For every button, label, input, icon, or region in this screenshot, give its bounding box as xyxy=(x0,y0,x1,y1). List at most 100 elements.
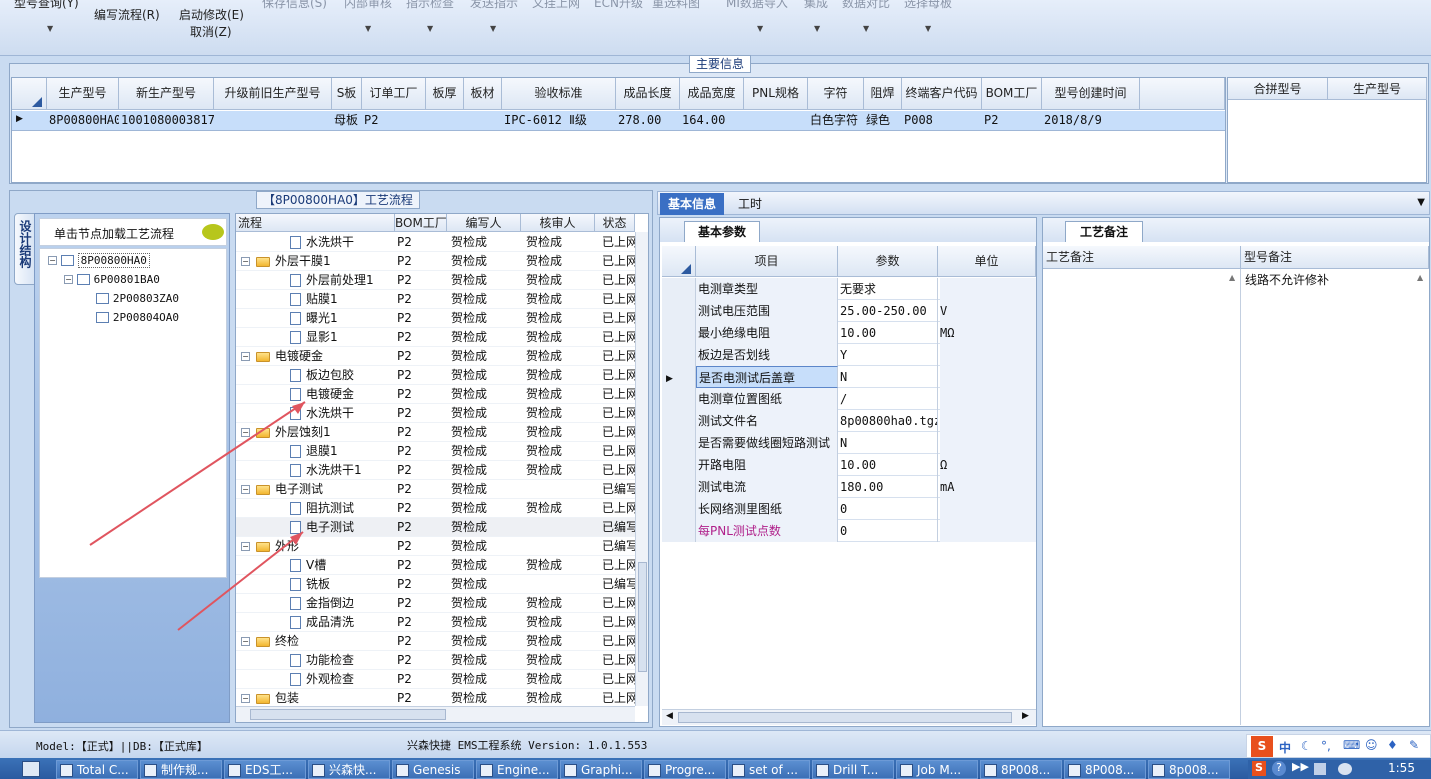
start-icon[interactable] xyxy=(22,761,40,777)
tree-node[interactable]: 2P00804OA0 xyxy=(96,308,179,327)
model-remark-text[interactable]: 线路不允许修补 ▲ xyxy=(1243,269,1429,725)
taskbar-button[interactable]: Total C... xyxy=(56,760,138,779)
param-value[interactable]: N xyxy=(838,366,938,388)
taskbar-button[interactable]: 8P008... xyxy=(980,760,1062,779)
scroll-up-icon[interactable]: ▲ xyxy=(1229,273,1235,282)
wrench-icon[interactable]: ✎ xyxy=(1409,738,1419,752)
col-header[interactable]: 板材 xyxy=(464,78,502,110)
col-header[interactable]: 成品长度 xyxy=(616,78,680,110)
toolbar-cancel[interactable]: 取消(Z) xyxy=(190,23,232,40)
col-header[interactable]: 成品宽度 xyxy=(680,78,744,110)
col-header[interactable]: BOM工厂 xyxy=(982,78,1042,110)
table-row[interactable]: 电测章类型 无要求 xyxy=(662,278,1036,300)
chevron-down-icon[interactable]: ▼ xyxy=(47,24,53,33)
chevron-down-icon[interactable]: ▼ xyxy=(490,24,496,33)
taskbar-button[interactable]: 制作规... xyxy=(140,760,222,779)
merge-col-header[interactable]: 合拼型号 xyxy=(1228,78,1328,100)
toolbar-send[interactable]: 发送指示 xyxy=(470,0,518,11)
scrollbar-thumb[interactable] xyxy=(678,712,1012,723)
param-value[interactable]: 10.00 xyxy=(838,322,938,344)
tab-basic-info[interactable]: 基本信息 xyxy=(660,193,724,215)
volume-icon[interactable] xyxy=(1338,763,1352,775)
param-value[interactable]: 0 xyxy=(838,520,938,542)
toolbar-ecn[interactable]: ECN升级 xyxy=(594,0,643,11)
toolbar-select-mother[interactable]: 选择母板 xyxy=(904,0,952,11)
table-row[interactable]: 功能检查 P2 贺检成 贺检成 已上网 xyxy=(236,651,636,670)
col-header-status[interactable]: 状态 xyxy=(595,214,635,232)
merge-prod-header[interactable]: 生产型号 xyxy=(1328,78,1427,100)
scroll-left-icon[interactable]: ◀ xyxy=(666,711,673,721)
table-row[interactable]: 测试文件名 8p00800ha0.tgz xyxy=(662,410,1036,432)
taskbar-button[interactable]: 8P008... xyxy=(1064,760,1146,779)
toolbar-start-modify[interactable]: 启动修改(E) xyxy=(179,6,244,23)
toolbar-save-info[interactable]: 保存信息(S) xyxy=(262,0,327,11)
param-value[interactable]: 10.00 xyxy=(838,454,938,476)
scroll-up-icon[interactable]: ▲ xyxy=(1417,273,1423,282)
process-remark-text[interactable]: ▲ xyxy=(1043,269,1241,725)
chevron-down-icon[interactable]: ▼ xyxy=(863,24,869,33)
help-icon[interactable]: ? xyxy=(1272,761,1286,776)
col-header-unit[interactable]: 单位 xyxy=(938,246,1036,277)
param-value[interactable]: Y xyxy=(838,344,938,366)
network-icon[interactable] xyxy=(1314,763,1326,775)
horizontal-scrollbar[interactable] xyxy=(236,706,635,722)
table-row[interactable]: − 电镀硬金 P2 贺检成 贺检成 已上网 xyxy=(236,347,636,366)
table-row[interactable]: 测试电压范围 25.00-250.00 V xyxy=(662,300,1036,322)
col-header-writer[interactable]: 编写人 xyxy=(447,214,521,232)
moon-icon[interactable]: ☾ xyxy=(1301,739,1312,753)
scrollbar-thumb[interactable] xyxy=(638,562,647,672)
table-row[interactable]: − 外层干膜1 P2 贺检成 贺检成 已上网 xyxy=(236,252,636,271)
scrollbar-thumb[interactable] xyxy=(250,709,446,720)
col-header-reviewer[interactable]: 核审人 xyxy=(521,214,595,232)
toolbar-check[interactable]: 指示检查 xyxy=(406,0,454,11)
col-header-item[interactable]: 项目 xyxy=(696,246,838,277)
ime-mode[interactable]: 中 xyxy=(1279,739,1291,756)
skin-icon[interactable]: ♦ xyxy=(1387,738,1398,752)
scroll-right-icon[interactable]: ▶ xyxy=(1022,711,1029,721)
taskbar-button[interactable]: Job M... xyxy=(896,760,978,779)
ime-toolbar[interactable]: S 中 ☾ °, ⌨ ☺ ♦ ✎ xyxy=(1246,734,1431,758)
table-row[interactable]: 外层前处理1 P2 贺检成 贺检成 已上网 xyxy=(236,271,636,290)
tree-node[interactable]: − 8P00800HA0 xyxy=(48,251,150,270)
table-row[interactable]: ▶ 是否电测试后盖章 N xyxy=(662,366,1036,388)
taskbar-button[interactable]: 8p008... xyxy=(1148,760,1230,779)
col-header[interactable]: 新生产型号 xyxy=(119,78,214,110)
collapse-icon[interactable]: − xyxy=(241,694,250,703)
taskbar-button[interactable]: EDS工... xyxy=(224,760,306,779)
toolbar-compare[interactable]: 数据对比 xyxy=(842,0,890,11)
taskbar-button[interactable]: set of ... xyxy=(728,760,810,779)
chevron-down-icon[interactable]: ▼ xyxy=(365,24,371,33)
tray-arrows-icon[interactable]: ▶▶ xyxy=(1292,760,1309,773)
taskbar-button[interactable]: Genesis xyxy=(392,760,474,779)
load-flow-button[interactable]: 单击节点加载工艺流程 xyxy=(39,218,227,246)
user-icon[interactable]: ☺ xyxy=(1365,738,1378,752)
param-value[interactable]: 0 xyxy=(838,498,938,520)
collapse-icon[interactable]: − xyxy=(48,256,57,265)
col-header[interactable]: 升级前旧生产型号 xyxy=(214,78,332,110)
param-value[interactable]: / xyxy=(838,388,938,410)
collapse-icon[interactable]: − xyxy=(64,275,73,284)
param-value[interactable]: 8p00800ha0.tgz xyxy=(838,410,938,432)
tab-basic-params[interactable]: 基本参数 xyxy=(684,221,760,242)
chevron-down-icon[interactable]: ▼ xyxy=(1417,197,1425,208)
table-row[interactable]: 最小绝缘电阻 10.00 MΩ xyxy=(662,322,1036,344)
col-header[interactable]: 订单工厂 xyxy=(362,78,426,110)
table-row[interactable]: 每PNL测试点数 0 xyxy=(662,520,1036,542)
col-header[interactable]: 阻焊 xyxy=(864,78,902,110)
toolbar-integrate[interactable]: 集成 xyxy=(804,0,828,11)
col-header-param[interactable]: 参数 xyxy=(838,246,938,277)
col-header[interactable]: 验收标准 xyxy=(502,78,616,110)
horizontal-scrollbar[interactable]: ◀ ▶ xyxy=(662,709,1036,725)
tree-node[interactable]: 2P00803ZA0 xyxy=(96,289,179,308)
tab-labor-hours[interactable]: 工时 xyxy=(730,193,770,215)
taskbar-button[interactable]: Drill T... xyxy=(812,760,894,779)
param-value[interactable]: 180.00 xyxy=(838,476,938,498)
table-row[interactable]: 长网络测里图纸 0 xyxy=(662,498,1036,520)
col-header[interactable]: 终端客户代码 xyxy=(902,78,982,110)
punctuation-icon[interactable]: °, xyxy=(1321,739,1331,753)
col-header-bom[interactable]: BOM工厂 xyxy=(395,214,447,232)
table-row[interactable]: 曝光1 P2 贺检成 贺检成 已上网 xyxy=(236,309,636,328)
col-header[interactable]: 型号创建时间 xyxy=(1042,78,1140,110)
param-value[interactable]: 25.00-250.00 xyxy=(838,300,938,322)
keyboard-icon[interactable]: ⌨ xyxy=(1343,738,1360,752)
